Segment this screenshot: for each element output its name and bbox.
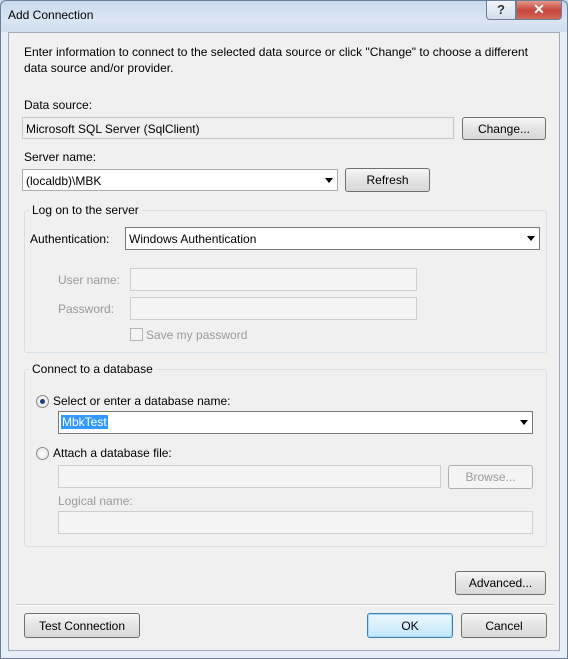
data-source-label: Data source: [24,98,93,112]
logical-name-label: Logical name: [58,494,133,508]
select-database-radio[interactable] [36,395,49,408]
window-title: Add Connection [8,8,94,22]
select-database-label[interactable]: Select or enter a database name: [53,394,230,408]
database-group-label: Connect to a database [29,362,156,376]
authentication-value: Windows Authentication [129,232,257,246]
username-label: User name: [58,273,121,287]
password-label: Password: [58,302,115,316]
server-name-combobox[interactable]: (localdb)\MBK [22,169,338,191]
chevron-down-icon[interactable] [527,236,535,241]
refresh-button[interactable]: Refresh [345,168,430,192]
data-source-field: Microsoft SQL Server (SqlClient) [22,117,454,139]
intro-text: Enter information to connect to the sele… [24,45,528,75]
close-button[interactable]: ✕ [516,0,562,20]
change-button[interactable]: Change... [462,117,546,140]
advanced-button[interactable]: Advanced... [455,571,546,595]
logon-group-label: Log on to the server [29,203,142,217]
chevron-down-icon[interactable] [325,178,333,183]
attach-file-input[interactable] [58,465,441,488]
server-name-label: Server name: [24,150,97,164]
save-password-checkbox[interactable] [130,328,143,341]
ok-button[interactable]: OK [367,613,453,638]
data-source-value: Microsoft SQL Server (SqlClient) [26,122,200,136]
browse-button[interactable]: Browse... [448,465,533,489]
attach-file-radio[interactable] [36,447,49,460]
chevron-down-icon[interactable] [520,420,528,425]
save-password-label: Save my password [146,328,248,342]
test-connection-button[interactable]: Test Connection [24,613,140,638]
authentication-select[interactable]: Windows Authentication [125,227,540,250]
username-input[interactable] [130,268,417,291]
server-name-value: (localdb)\MBK [26,174,102,188]
authentication-label: Authentication: [30,232,110,246]
separator [16,604,554,606]
database-name-value: MbkTest [61,415,108,429]
cancel-button[interactable]: Cancel [461,613,547,638]
logical-name-input[interactable] [58,511,533,534]
close-icon: ✕ [533,1,545,17]
password-input[interactable] [130,297,417,320]
help-icon: ? [497,2,505,17]
help-button[interactable]: ? [486,0,516,20]
attach-file-label[interactable]: Attach a database file: [53,446,172,460]
database-name-combobox[interactable]: MbkTest [58,411,533,434]
